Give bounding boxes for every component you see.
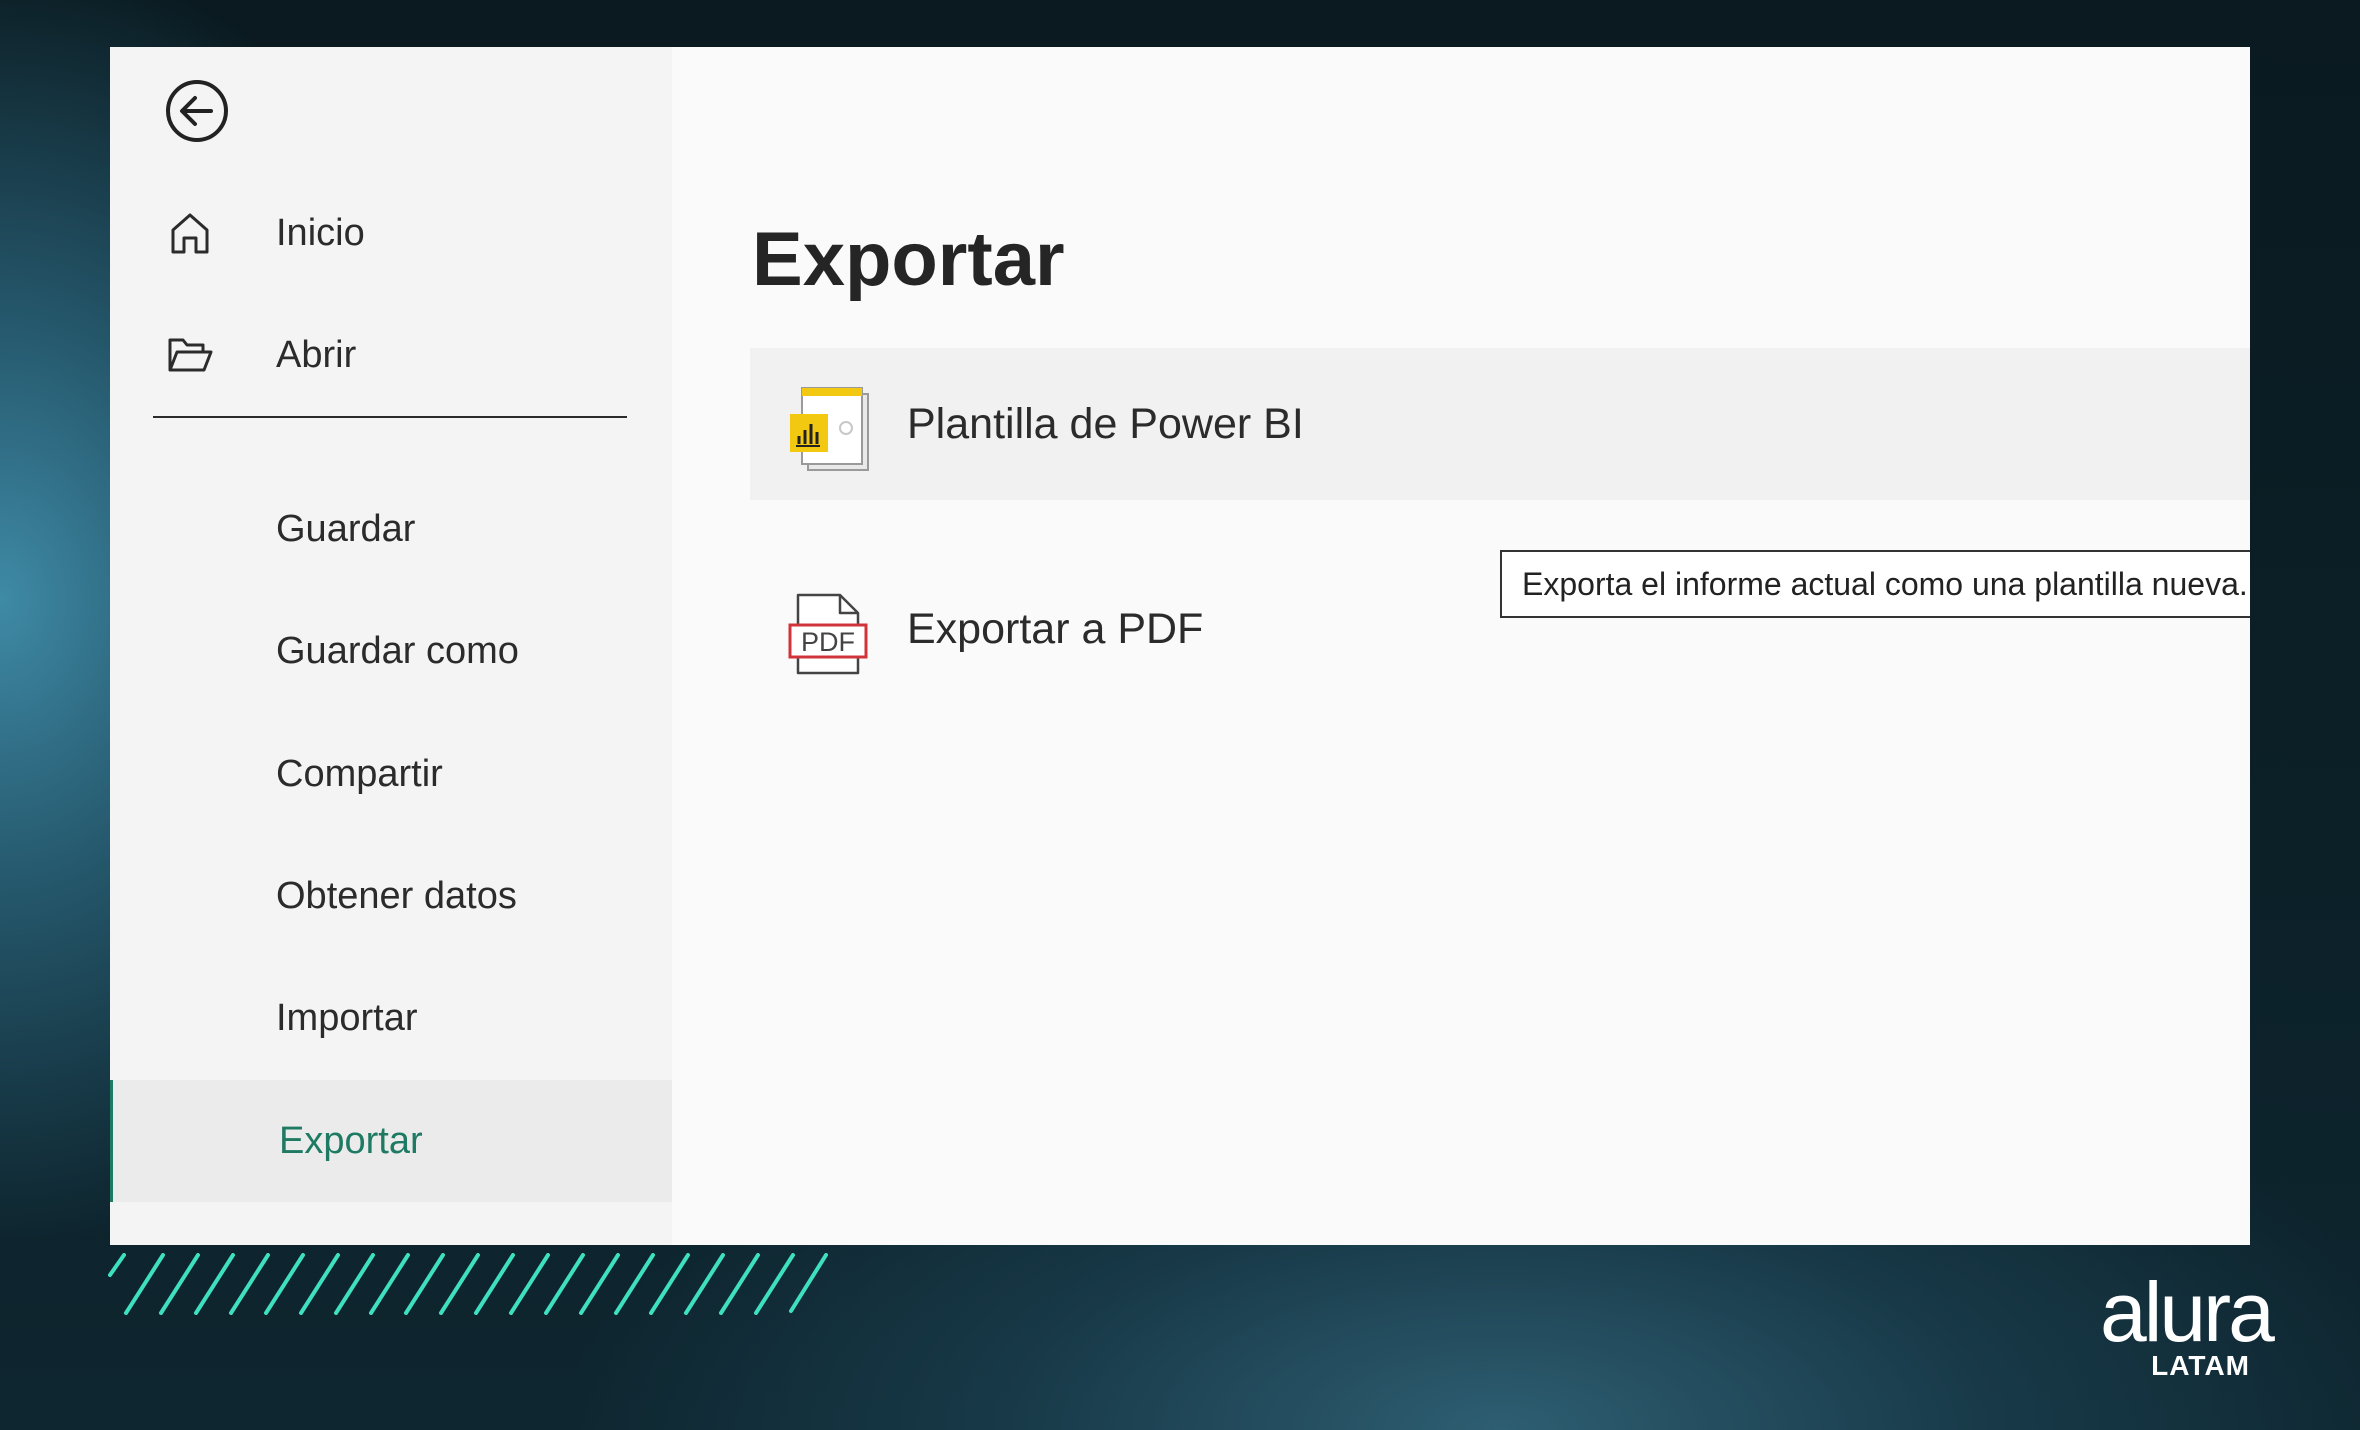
sidebar-item-label: Inicio — [276, 212, 365, 254]
back-arrow-icon — [166, 80, 228, 142]
sidebar-item-label: Obtener datos — [276, 875, 517, 917]
sidebar-item-label: Guardar — [276, 508, 416, 550]
sidebar-divider — [153, 416, 627, 418]
sidebar-item-guardar[interactable]: Guardar — [110, 468, 672, 590]
option-powerbi-template[interactable]: Plantilla de Power BI — [750, 348, 2250, 500]
home-icon — [171, 213, 209, 254]
sidebar-item-publicar[interactable]: Publicar — [110, 1202, 672, 1245]
decorative-stripes — [108, 1253, 828, 1315]
folder-open-icon — [168, 338, 213, 372]
sidebar-item-compartir[interactable]: Compartir — [110, 713, 672, 835]
sidebar-item-label: Exportar — [279, 1120, 423, 1162]
sidebar-item-obtener-datos[interactable]: Obtener datos — [110, 835, 672, 957]
logo-wordmark: alura — [2100, 1265, 2275, 1359]
export-panel: Exportar Plantilla de Power BI PDF Expor… — [672, 47, 2250, 1245]
sidebar-item-importar[interactable]: Importar — [110, 957, 672, 1079]
sidebar-item-inicio[interactable]: Inicio — [110, 172, 672, 294]
backstage-window: Inicio Abrir Guardar Guardar como Compar… — [110, 47, 2250, 1245]
page-title: Exportar — [752, 217, 1065, 302]
back-button[interactable] — [165, 79, 229, 143]
sidebar-item-exportar[interactable]: Exportar — [110, 1080, 672, 1202]
logo-subtitle: LATAM — [2151, 1350, 2250, 1381]
sidebar-item-label: Guardar como — [276, 630, 519, 672]
sidebar-item-label: Publicar — [276, 1202, 413, 1245]
sidebar-item-label: Importar — [276, 997, 418, 1039]
sidebar-item-label: Compartir — [276, 753, 443, 795]
pdf-file-icon: PDF — [788, 593, 868, 675]
backstage-sidebar: Inicio Abrir Guardar Guardar como Compar… — [110, 47, 672, 1245]
tooltip: Exporta el informe actual como una plant… — [1500, 550, 2250, 618]
option-label: Plantilla de Power BI — [907, 400, 1304, 448]
option-label: Exportar a PDF — [907, 605, 1204, 653]
sidebar-item-abrir[interactable]: Abrir — [110, 294, 672, 416]
active-indicator — [110, 1080, 113, 1202]
sidebar-item-label: Abrir — [276, 334, 357, 376]
pdf-icon-text: PDF — [801, 627, 855, 657]
alura-latam-logo: alura LATAM — [2100, 1265, 2275, 1385]
sidebar-item-guardar-como[interactable]: Guardar como — [110, 590, 672, 712]
powerbi-template-icon — [790, 387, 869, 471]
